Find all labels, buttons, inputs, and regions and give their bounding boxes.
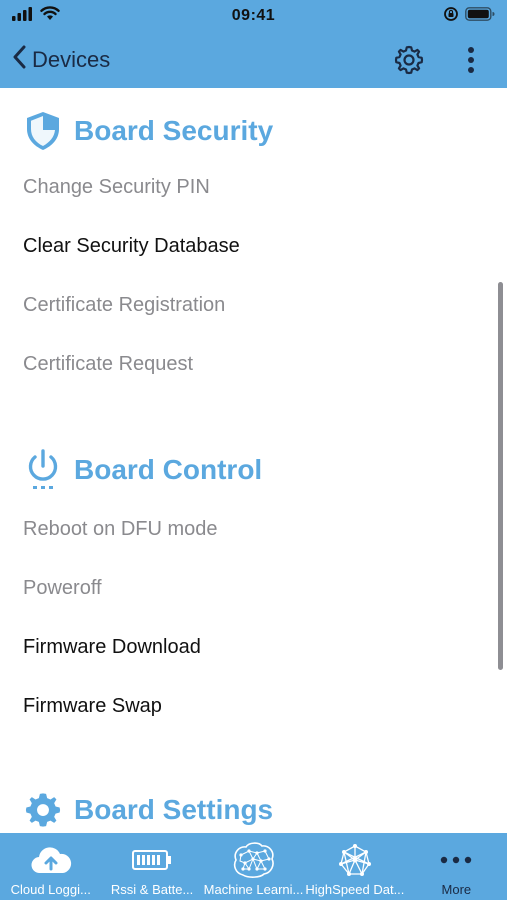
network-icon <box>338 844 371 876</box>
tab-more[interactable]: More <box>406 833 507 900</box>
board-control-header: Board Control <box>24 448 262 492</box>
signal-bars-icon <box>12 6 34 26</box>
board-security-title: Board Security <box>74 115 274 146</box>
orientation-lock-icon <box>443 6 459 27</box>
chevron-left-icon <box>12 45 26 75</box>
change-security-pin-item[interactable]: Change Security PIN <box>23 176 210 199</box>
tab-bar: Cloud Loggi... Rssi & Batte... Machine L… <box>0 833 507 900</box>
tab-highspeed-data[interactable]: HighSpeed Dat... <box>304 833 405 900</box>
board-control-title: Board Control <box>74 454 263 485</box>
battery-icon <box>132 850 172 870</box>
settings-content: Board Security Change Security PIN Clear… <box>0 88 507 833</box>
certificate-registration-item[interactable]: Certificate Registration <box>23 294 225 317</box>
back-button[interactable]: Devices <box>12 45 110 75</box>
tab-machine-learning[interactable]: Machine Learni... <box>203 833 304 900</box>
poweroff-item[interactable]: Poweroff <box>23 577 102 600</box>
scrollbar[interactable] <box>498 282 503 670</box>
status-time: 09:41 <box>231 7 276 24</box>
back-label: Devices <box>32 47 111 72</box>
tab-label: Rssi & Batte... <box>110 882 194 897</box>
tab-rssi-battery[interactable]: Rssi & Batte... <box>101 833 202 900</box>
gear-icon <box>394 45 424 75</box>
settings-button[interactable] <box>393 44 425 76</box>
top-bar: 09:41 Devices <box>0 0 507 88</box>
board-settings-title: Board Settings <box>74 794 274 825</box>
brain-icon <box>233 842 274 878</box>
vertical-ellipsis-icon <box>468 47 474 73</box>
firmware-download-item[interactable]: Firmware Download <box>23 636 201 659</box>
more-dots-icon <box>441 856 472 864</box>
status-bar: 09:41 <box>0 0 507 32</box>
clear-security-database-item[interactable]: Clear Security Database <box>23 235 240 258</box>
tab-cloud-logging[interactable]: Cloud Loggi... <box>0 833 101 900</box>
power-icon <box>28 449 58 489</box>
gear-icon <box>25 793 61 827</box>
firmware-swap-item[interactable]: Firmware Swap <box>23 695 162 718</box>
tab-label: Machine Learni... <box>203 882 304 897</box>
tab-label: More <box>441 882 472 897</box>
board-security-header: Board Security <box>24 110 273 152</box>
reboot-dfu-item[interactable]: Reboot on DFU mode <box>23 518 218 541</box>
wifi-icon <box>40 6 60 26</box>
navigation-bar: Devices <box>0 32 507 88</box>
tab-label: Cloud Loggi... <box>10 882 91 897</box>
shield-icon <box>27 112 59 150</box>
battery-icon <box>465 6 495 26</box>
cloud-upload-icon <box>31 847 71 874</box>
board-settings-header: Board Settings <box>24 790 273 830</box>
tab-label: HighSpeed Dat... <box>305 882 405 897</box>
certificate-request-item[interactable]: Certificate Request <box>23 353 193 376</box>
more-options-button[interactable] <box>467 46 475 74</box>
